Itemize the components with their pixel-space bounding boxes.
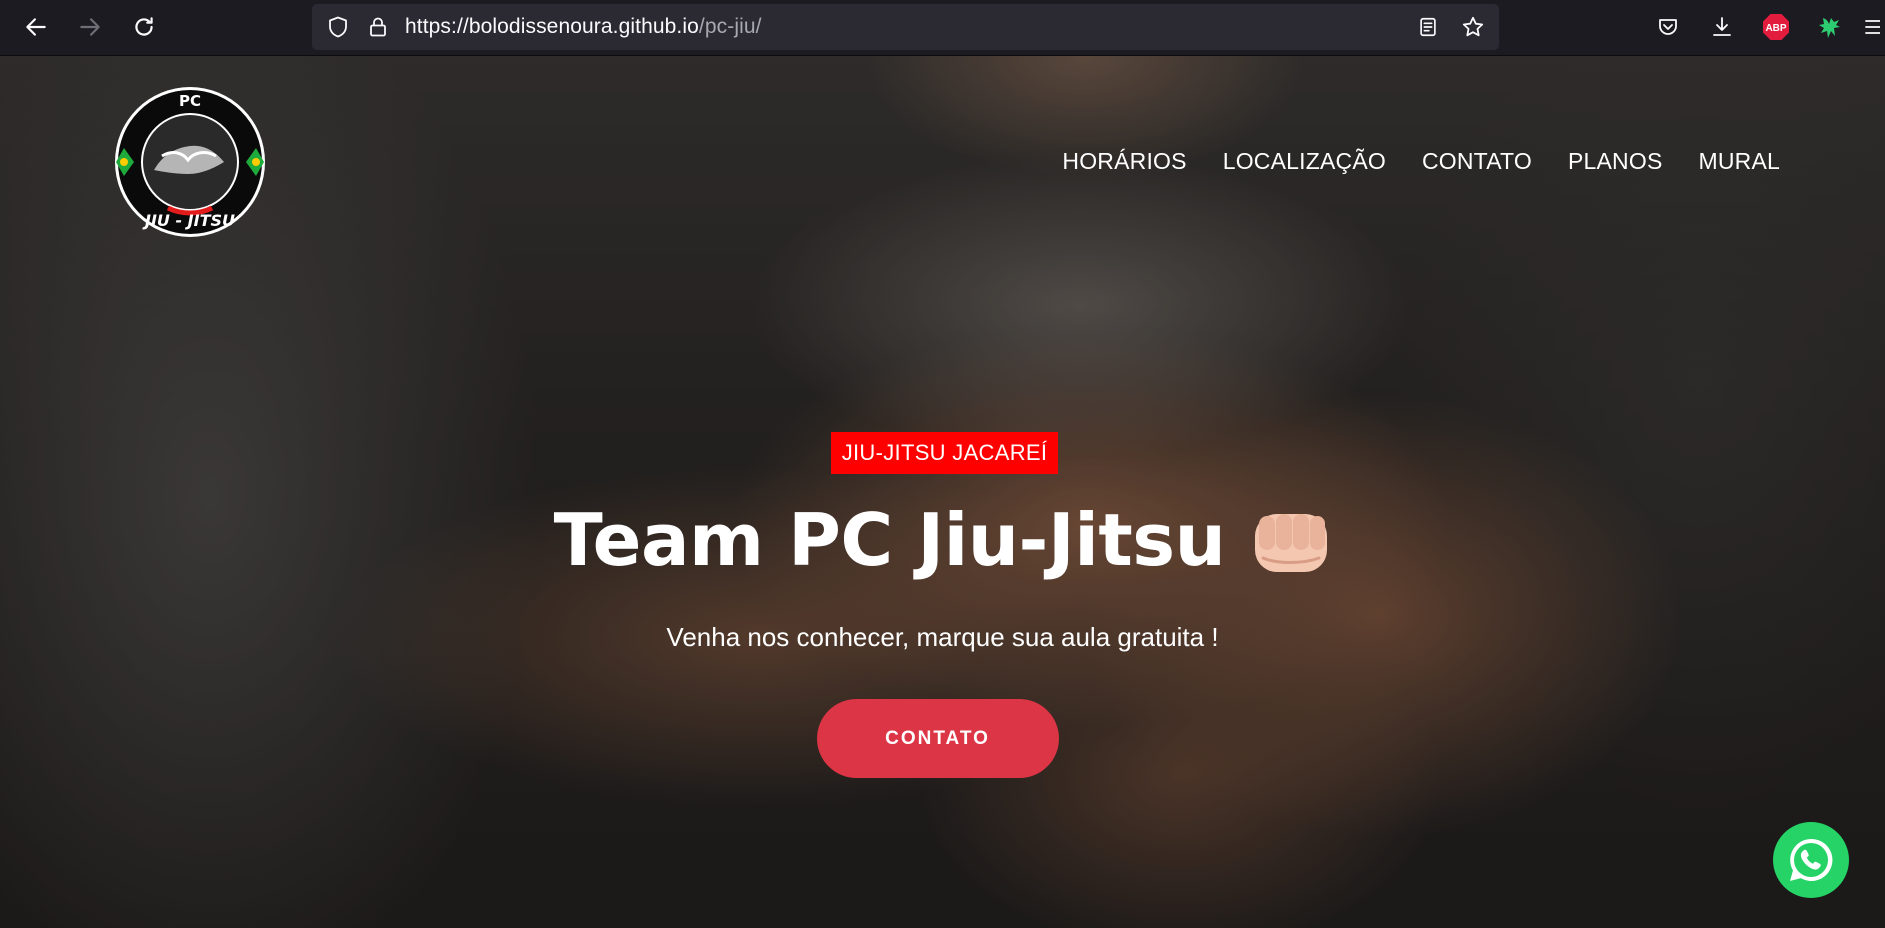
hero-content: JIU-JITSU JACAREÍ Team PC Jiu-Jitsu Venh…	[0, 432, 1885, 778]
hero-badge: JIU-JITSU JACAREÍ	[830, 432, 1059, 474]
extension-icon	[1819, 18, 1840, 38]
extension-button[interactable]	[1810, 7, 1850, 47]
reader-view-button[interactable]	[1412, 11, 1444, 43]
nav-planos[interactable]: PLANOS	[1568, 148, 1663, 175]
shield-icon	[329, 16, 347, 38]
abp-label: ABP	[1765, 23, 1786, 34]
page-viewport: PC JIU - JITSU HORÁRIOS LOCALIZAÇÃO CONT…	[0, 56, 1885, 928]
hero-title-row: Team PC Jiu-Jitsu	[554, 500, 1332, 580]
nav-horarios[interactable]: HORÁRIOS	[1062, 148, 1186, 175]
bookmark-button[interactable]	[1457, 11, 1489, 43]
whatsapp-button[interactable]	[1773, 822, 1849, 898]
tracking-protection-button[interactable]	[322, 11, 354, 43]
hero-subtitle: Venha nos conhecer, marque sua aula grat…	[666, 622, 1219, 652]
back-button[interactable]	[16, 7, 56, 47]
lock-icon	[370, 17, 386, 37]
browser-toolbar: https://bolodissenoura.github.io/pc-jiu/…	[0, 0, 1885, 56]
forward-button[interactable]	[70, 7, 110, 47]
logo-top-text: PC	[179, 92, 201, 110]
whatsapp-icon	[1790, 838, 1833, 881]
adblock-button[interactable]: ABP	[1756, 7, 1796, 47]
nav-contato[interactable]: CONTATO	[1422, 148, 1532, 175]
main-nav: HORÁRIOS LOCALIZAÇÃO CONTATO PLANOS MURA…	[1062, 148, 1780, 175]
site-security-button[interactable]	[362, 11, 394, 43]
nav-mural[interactable]: MURAL	[1698, 148, 1780, 175]
back-arrow-icon	[26, 18, 46, 36]
url-text[interactable]: https://bolodissenoura.github.io/pc-jiu/	[405, 4, 762, 50]
logo-bottom-text: JIU - JITSU	[142, 211, 235, 230]
hero-title: Team PC Jiu-Jitsu	[553, 498, 1226, 582]
contact-button[interactable]: CONTATO	[816, 699, 1059, 778]
url-host: https://bolodissenoura.github.io	[405, 15, 699, 38]
forward-arrow-icon	[80, 18, 100, 36]
downloads-button[interactable]	[1702, 7, 1742, 47]
url-bar[interactable]: https://bolodissenoura.github.io/pc-jiu/	[312, 4, 1499, 50]
fist-icon	[1255, 514, 1328, 572]
reload-icon	[135, 17, 153, 36]
menu-icon	[1865, 20, 1880, 34]
abp-icon: ABP	[1763, 14, 1789, 40]
download-icon	[1713, 17, 1731, 36]
reader-view-icon	[1420, 17, 1436, 37]
menu-button[interactable]	[1862, 7, 1885, 47]
reload-button[interactable]	[124, 7, 164, 47]
nav-localizacao[interactable]: LOCALIZAÇÃO	[1223, 148, 1386, 175]
star-icon	[1462, 16, 1484, 37]
site-logo[interactable]: PC JIU - JITSU	[114, 86, 266, 238]
pocket-icon	[1659, 19, 1677, 35]
url-path: /pc-jiu/	[698, 15, 762, 38]
pocket-button[interactable]	[1648, 7, 1688, 47]
